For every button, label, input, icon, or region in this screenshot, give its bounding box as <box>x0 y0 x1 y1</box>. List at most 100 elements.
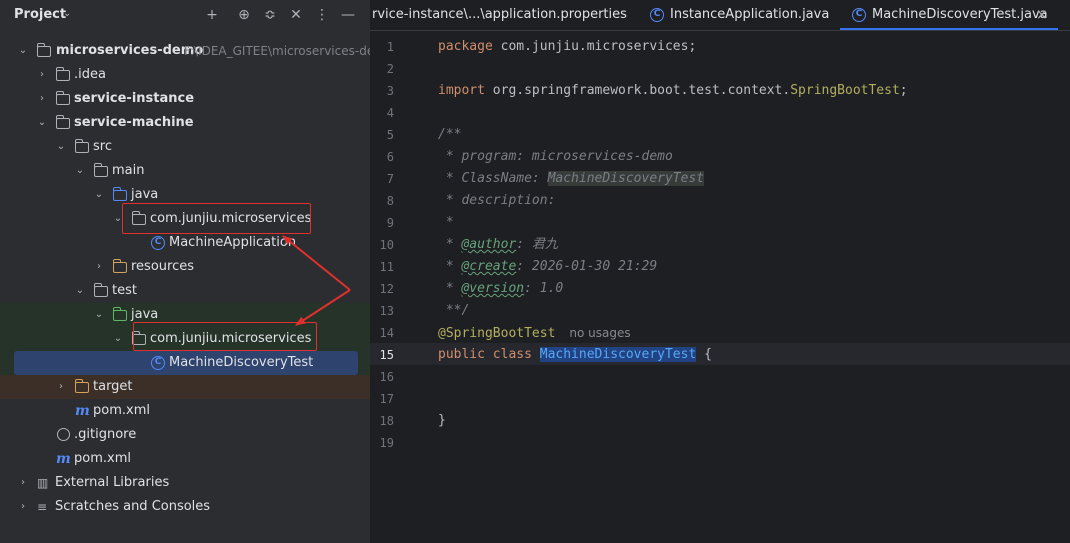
tab-application-properties[interactable]: rvice-instance\...\application.propertie… <box>372 0 627 30</box>
tree-item-label: pom.xml <box>74 451 131 466</box>
tree-item-resources[interactable]: › resources <box>0 255 370 279</box>
chevron-down-icon[interactable]: ⌄ <box>17 39 29 63</box>
tree-item-label: main <box>112 163 145 178</box>
spring-class-icon: C <box>650 8 664 22</box>
tree-item-service-instance[interactable]: › service-instance <box>0 87 370 111</box>
line-number: 1 <box>386 40 394 54</box>
code-text: * ClassName: <box>438 171 548 186</box>
line-number: 5 <box>386 128 394 142</box>
tree-item-label: service-machine <box>74 115 194 130</box>
project-panel-title[interactable]: Project <box>14 7 66 22</box>
line-number: 14 <box>379 326 394 340</box>
code-text: * <box>438 281 462 296</box>
module-folder-icon <box>55 115 70 129</box>
class-icon: C <box>852 8 866 22</box>
tree-item-label: test <box>112 283 137 298</box>
usage-hint[interactable]: no usages <box>569 326 630 340</box>
module-folder-icon <box>55 91 70 105</box>
highlight-box-main-package <box>122 203 311 234</box>
chevron-right-icon[interactable]: › <box>55 375 67 399</box>
tree-item-label: service-instance <box>74 91 195 106</box>
tree-item-machine-pom[interactable]: m pom.xml <box>0 399 370 423</box>
folder-icon <box>74 139 89 153</box>
chevron-right-icon[interactable]: › <box>36 87 48 111</box>
tree-item-test[interactable]: ⌄ test <box>0 279 370 303</box>
line-number: 4 <box>386 106 394 120</box>
chevron-down-icon[interactable]: ⌄ <box>74 279 86 303</box>
expand-all-icon[interactable]: ≎ <box>260 5 280 25</box>
tree-item-external-libraries[interactable]: › ▥ External Libraries <box>0 471 370 495</box>
line-number: 8 <box>386 194 394 208</box>
code-line-14: @SpringBootTest no usages <box>438 322 631 344</box>
javadoc-tag: @create <box>461 259 517 274</box>
line-number-current: 15 <box>379 348 394 362</box>
chevron-down-icon[interactable]: ⌄ <box>55 135 67 159</box>
chevron-right-icon[interactable]: › <box>36 63 48 87</box>
new-file-icon[interactable]: + <box>202 5 222 25</box>
code-text: * <box>438 237 462 252</box>
code-line-8: * description: <box>438 193 556 208</box>
code-text: : 2026-01-30 21:29 <box>516 259 658 274</box>
tree-item-machine-discovery-test[interactable]: C MachineDiscoveryTest <box>14 351 358 375</box>
line-number: 2 <box>386 62 394 76</box>
collapse-all-icon[interactable]: ✕ <box>286 5 306 25</box>
tab-label: MachineDiscoveryTest.java <box>872 7 1048 22</box>
chevron-right-icon[interactable]: › <box>17 495 29 519</box>
libraries-icon: ▥ <box>37 476 49 490</box>
tab-label: InstanceApplication.java <box>670 7 830 22</box>
line-number: 16 <box>379 370 394 384</box>
line-number: 6 <box>386 150 394 164</box>
close-icon[interactable]: × <box>1036 0 1048 30</box>
chevron-right-icon[interactable]: › <box>93 255 105 279</box>
chevron-down-icon[interactable]: ⌄ <box>36 111 48 135</box>
code-text: com.junjiu.microservices; <box>492 39 697 54</box>
code-line-6: * program: microservices-demo <box>438 149 673 164</box>
chevron-down-icon[interactable]: ⌄ <box>93 183 105 207</box>
tree-item-scratches[interactable]: › ≡ Scratches and Consoles <box>0 495 370 519</box>
line-number: 18 <box>379 414 394 428</box>
tree-item-gitignore[interactable]: .gitignore <box>0 423 370 447</box>
options-icon[interactable]: ⋮ <box>312 5 332 25</box>
tree-item-label: .gitignore <box>74 427 137 442</box>
tree-item-service-machine[interactable]: ⌄ service-machine <box>0 111 370 135</box>
code-line-13: **/ <box>438 303 470 318</box>
chevron-right-icon[interactable]: › <box>17 471 29 495</box>
excluded-folder-icon <box>74 379 89 393</box>
tree-item-idea[interactable]: › .idea <box>0 63 370 87</box>
chevron-down-icon[interactable]: ⌄ <box>93 303 105 327</box>
tab-machine-discovery-test[interactable]: C MachineDiscoveryTest.java × <box>840 0 1058 30</box>
code-text: ; <box>899 83 908 98</box>
code-line-1: package com.junjiu.microservices; <box>438 36 696 58</box>
source-folder-icon <box>112 187 127 201</box>
line-number: 7 <box>386 172 394 186</box>
code-line-3: import org.springframework.boot.test.con… <box>438 80 908 102</box>
tree-item-label: src <box>93 139 112 154</box>
tree-item-main[interactable]: ⌄ main <box>0 159 370 183</box>
chevron-down-icon[interactable]: ⌄ <box>112 327 124 351</box>
code-line-9: * <box>438 215 454 230</box>
select-opened-file-icon[interactable]: ⊕ <box>234 5 254 25</box>
code-line-10: * @author: 君九 <box>438 234 558 256</box>
hide-panel-icon[interactable]: — <box>338 5 358 25</box>
annotation: @SpringBootTest <box>438 326 556 341</box>
chevron-down-icon[interactable]: ⌄ <box>63 8 71 19</box>
line-number: 9 <box>386 216 394 230</box>
tree-item-src[interactable]: ⌄ src <box>0 135 370 159</box>
chevron-down-icon[interactable]: ⌄ <box>74 159 86 183</box>
code-text: { <box>696 347 712 362</box>
line-number: 12 <box>379 282 394 296</box>
tree-item-target[interactable]: › target <box>0 375 370 399</box>
line-number: 13 <box>379 304 394 318</box>
code-text: * <box>438 259 462 274</box>
tree-item-root-pom[interactable]: m pom.xml <box>0 447 370 471</box>
tree-item-machine-application[interactable]: C MachineApplication <box>0 231 370 255</box>
line-number: 3 <box>386 84 394 98</box>
line-number: 11 <box>379 260 394 274</box>
module-folder-icon <box>36 43 51 57</box>
module-path: F:\IDEA_GITEE\microservices-de <box>184 44 375 58</box>
tree-item-microservices-demo[interactable]: ⌄ microservices-demo F:\IDEA_GITEE\micro… <box>0 39 374 63</box>
keyword: public class <box>438 347 532 362</box>
folder-icon <box>93 163 108 177</box>
project-panel: Project ⌄ + ⊕ ≎ ✕ ⋮ — ⌄ microservices-de… <box>0 0 374 543</box>
code-highlight: MachineDiscoveryTest <box>547 171 705 186</box>
